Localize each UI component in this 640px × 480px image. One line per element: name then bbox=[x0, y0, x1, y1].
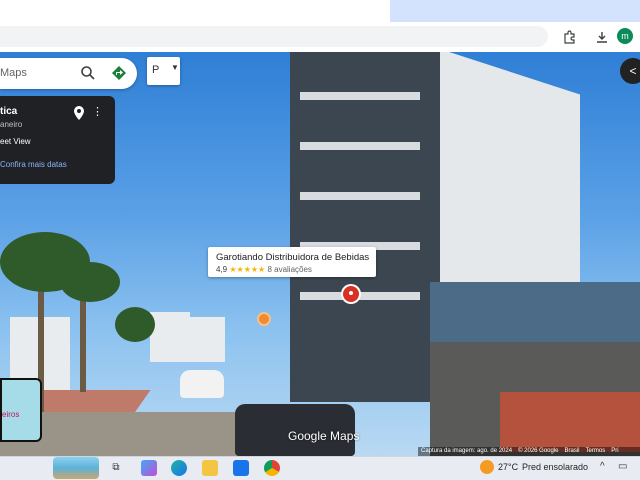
white-car bbox=[180, 370, 224, 398]
terms-link[interactable]: Termos bbox=[586, 448, 606, 454]
google-maps-logo: Google Maps bbox=[288, 429, 360, 443]
network-icon[interactable]: ▭ bbox=[618, 461, 627, 472]
pegman-label: P bbox=[152, 64, 160, 76]
address-bar[interactable] bbox=[0, 26, 548, 47]
building-floor-band bbox=[300, 92, 420, 100]
search-icon[interactable] bbox=[80, 65, 96, 81]
edge-icon[interactable] bbox=[171, 460, 187, 476]
place-label-card[interactable]: Garotiando Distribuidora de Bebidas 4,9 … bbox=[208, 247, 376, 277]
share-icon[interactable]: < bbox=[620, 58, 640, 84]
shop-awning bbox=[430, 282, 640, 342]
place-marker-icon[interactable] bbox=[341, 284, 361, 304]
chrome-icon[interactable] bbox=[264, 460, 280, 476]
more-dates-link[interactable]: Confira mais datas bbox=[0, 160, 67, 169]
privacy-link[interactable]: Pri bbox=[611, 448, 618, 454]
building-floor-band bbox=[300, 192, 420, 200]
search-input[interactable]: Maps bbox=[0, 67, 27, 79]
distant-building bbox=[150, 312, 190, 362]
weather-description[interactable]: Pred ensolarado bbox=[522, 462, 588, 472]
place-name: Garotiando Distribuidora de Bebidas bbox=[216, 252, 370, 263]
location-title: tica bbox=[0, 106, 18, 117]
attribution-bar: Captura da imagem: ago. de 2024 © 2026 Go… bbox=[418, 447, 640, 456]
chevron-up-icon[interactable]: ^ bbox=[600, 461, 605, 472]
maps-search-box[interactable]: Maps bbox=[0, 58, 137, 89]
browser-tab-strip-right bbox=[390, 0, 640, 22]
place-rating-row: 4,9 ★★★★★ 8 avaliações bbox=[216, 265, 312, 274]
street-view-label: eet View bbox=[0, 137, 31, 146]
place-marker-dot bbox=[349, 291, 353, 295]
copyright: © 2026 Google bbox=[518, 448, 559, 454]
minimap-label: eiros bbox=[2, 410, 20, 419]
directions-icon[interactable] bbox=[111, 65, 127, 81]
download-icon[interactable] bbox=[593, 28, 611, 46]
country-link[interactable]: Brasil bbox=[565, 448, 580, 454]
store-icon[interactable] bbox=[233, 460, 249, 476]
place-marker-fill bbox=[343, 286, 359, 302]
palm-leaves bbox=[115, 307, 155, 342]
capture-date: Captura da imagem: ago. de 2024 bbox=[421, 448, 513, 454]
palm-tree bbox=[80, 292, 86, 392]
brick-wall bbox=[500, 392, 640, 452]
weather-temperature[interactable]: 27°C bbox=[498, 462, 518, 472]
rating-value: 4,9 bbox=[216, 265, 228, 274]
location-subtitle: aneiro bbox=[0, 120, 23, 129]
minimap[interactable]: eiros bbox=[0, 378, 42, 442]
review-count: 8 avaliações bbox=[267, 265, 312, 274]
location-pin-icon[interactable] bbox=[74, 106, 84, 120]
file-explorer-icon[interactable] bbox=[202, 460, 218, 476]
palm-leaves bbox=[60, 262, 120, 302]
weather-icon[interactable] bbox=[480, 460, 494, 474]
task-view-icon[interactable]: ⧉ bbox=[108, 460, 124, 476]
building-floor-band bbox=[300, 142, 420, 150]
profile-avatar[interactable]: m bbox=[617, 28, 633, 44]
extensions-icon[interactable] bbox=[560, 28, 578, 46]
chevron-down-icon: ▼ bbox=[171, 63, 179, 72]
main-building bbox=[290, 52, 440, 402]
more-options-icon[interactable]: ⋮ bbox=[92, 105, 103, 118]
poi-marker-icon[interactable] bbox=[257, 312, 271, 326]
browser-tab-strip bbox=[0, 0, 390, 22]
taskbar-preview-thumbnail[interactable] bbox=[53, 457, 99, 479]
street-view-info-card: tica aneiro ⋮ eet View Confira mais data… bbox=[0, 96, 115, 184]
pegman-menu-button[interactable]: P ▼ bbox=[147, 57, 180, 85]
distant-building bbox=[190, 317, 225, 362]
rating-stars: ★★★★★ bbox=[229, 265, 266, 274]
copilot-icon[interactable] bbox=[141, 460, 157, 476]
